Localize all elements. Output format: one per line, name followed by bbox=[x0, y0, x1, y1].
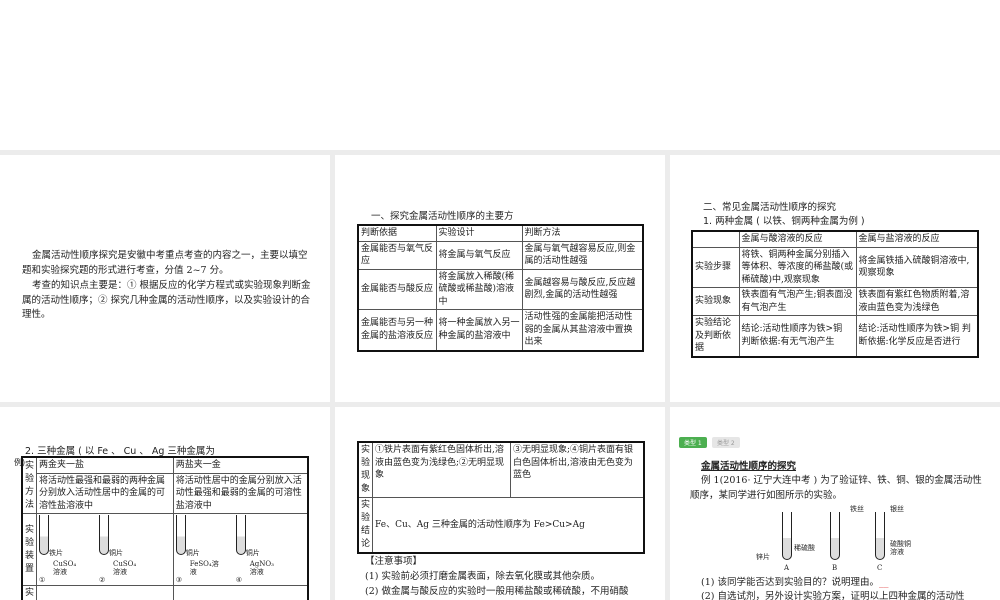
acid-label: 稀硫酸 bbox=[794, 544, 815, 552]
table-cell: 将金属与氧气反应 bbox=[435, 240, 523, 270]
three-metals-table: 实验方法 两金夹一盐 两盐夹一金 将活动性最强和最弱的两种金属分别放入活动性居中的金… bbox=[21, 456, 309, 600]
table-cell: 铁表面有紫红色物质附着,溶液由蓝色变为浅绿色 bbox=[855, 287, 979, 316]
header-cell: 实验设计 bbox=[435, 224, 523, 242]
example-text: 例 1(2016· 辽宁大连中考 ) 为了验证锌、铁、铜、银的金属活动性顺序，某… bbox=[690, 475, 982, 501]
solution-label: CuSO₄溶液 bbox=[53, 559, 77, 576]
section-subtitle: 1. 两种金属 ( 以铁、铜两种金属为例 ) bbox=[703, 216, 865, 227]
table-cell: 金属与氧气越容易反应,则金属的活动性越强 bbox=[521, 240, 644, 270]
tube-number: ④ bbox=[235, 575, 243, 584]
slide-thumbnail-4[interactable]: 2. 三种金属 ( 以 Fe 、 Cu 、 Ag 三种金属为 例) 实验方法 两金… bbox=[0, 407, 330, 600]
test-tube-1: 铁片 CuSO₄溶液 ① bbox=[39, 515, 83, 584]
tab-type-2[interactable]: 类型 2 bbox=[712, 437, 740, 448]
table-cell: 将铁、铜两种金属分别插入等体积、等浓度的稀盐酸(或稀硫酸)中,观察现象 bbox=[738, 246, 857, 288]
section-title: 一、探究金属活动性顺序的主要方 bbox=[371, 211, 514, 222]
metal-label: 铜片 bbox=[185, 549, 200, 558]
row-label: 实验结论 bbox=[357, 497, 373, 554]
test-tube-2: 铜片 CuSO₄溶液 ② bbox=[99, 515, 143, 584]
solution-label: CuSO₄溶液 bbox=[113, 559, 137, 576]
label-b: B bbox=[832, 564, 838, 572]
table-cell: 结论:活动性顺序为铁>铜 判断依据:化学反应是否进行 bbox=[855, 315, 979, 357]
methods-table: 判断依据 实验设计 判断方法 金属能否与氧气反应 将金属与氧气反应 金属与氧气越容易反应… bbox=[357, 224, 644, 352]
test-tube-icon bbox=[235, 515, 246, 556]
topic-heading: 金属活动性顺序的探究 bbox=[701, 461, 797, 472]
table-cell: ①铁片表面有紫红色固体析出,溶液由蓝色变为浅绿色;②无明显现象 bbox=[372, 441, 512, 498]
table-cell: 结论:活动性顺序为铁>铜 判断依据:有无气泡产生 bbox=[738, 315, 857, 357]
header-cell: 两盐夹一金 bbox=[172, 456, 309, 474]
table-cell: 将活动性居中的金属分别放入活动性最强和最弱的金属的可溶性盐溶液中 bbox=[172, 472, 309, 514]
row-label: 实验结论及判断依据 bbox=[691, 315, 740, 357]
three-metals-table-continued: 实验现象 ①铁片表面有紫红色固体析出,溶液由蓝色变为浅绿色;②无明显现象 ③无明显现… bbox=[357, 441, 645, 554]
test-tube-4: 铜片 AgNO₃溶液 ④ bbox=[235, 515, 280, 584]
row-label: 实验装置 bbox=[21, 513, 37, 586]
table-cell: 将活动性最强和最弱的两种金属分别放入活动性居中的金属的可溶性盐溶液中 bbox=[36, 472, 174, 514]
tube-a bbox=[782, 512, 792, 560]
device-cell-1: 铁片 CuSO₄溶液 ① 铜片 CuSO₄溶液 ② bbox=[36, 513, 174, 586]
header-cell: 金属与酸溶液的反应 bbox=[738, 230, 857, 248]
experiment-figure: 锌片 A 稀硫酸 铁丝 B 银丝 硫酸铜溶液 C bbox=[750, 505, 911, 577]
table-cell: 金属能否与氧气反应 bbox=[357, 240, 437, 270]
table-cell: 金属能否与酸反应 bbox=[357, 268, 437, 310]
table-cell: 金属越容易与酸反应,反应越剧烈,金属的活动性越强 bbox=[521, 268, 644, 310]
question-1-text: (1) 该同学能否达到实验目的？说明理由。 bbox=[701, 577, 879, 588]
question-2: (2) 自选试剂，另外设计实验方案，证明以上四种金属的活动性 bbox=[701, 591, 965, 600]
cuso4-label: 硫酸铜溶液 bbox=[890, 540, 911, 556]
tube-b bbox=[830, 512, 840, 560]
label-a: A bbox=[784, 564, 790, 572]
metal-label: 铜片 bbox=[109, 549, 124, 558]
notes-title: 【注意事项】 bbox=[365, 556, 423, 567]
tube-number: ③ bbox=[175, 575, 183, 584]
metal-label: 铁片 bbox=[49, 549, 64, 558]
row-label: 实验现象 bbox=[691, 287, 740, 316]
section-title: 2. 三种金属 ( 以 Fe 、 Cu 、 Ag 三种金属为 bbox=[25, 446, 215, 457]
header-cell: 判断方法 bbox=[521, 224, 644, 242]
section-title: 二、常见金属活动性顺序的探究 bbox=[703, 202, 837, 213]
silver-wire-label: 银丝 bbox=[890, 505, 904, 513]
row-label: 实验方法 bbox=[21, 456, 37, 514]
test-tube-icon bbox=[39, 515, 50, 556]
label-c: C bbox=[877, 564, 883, 572]
table-cell: 将一种金属放入另一种金属的盐溶液中 bbox=[435, 309, 523, 351]
slide-thumbnail-1[interactable]: 金属活动性顺序探究是安徽中考重点考查的内容之一，主要以填空题和实验探究题的形式进… bbox=[0, 155, 330, 402]
table-cell: 铁表面有气泡产生;铜表面没有气泡产生 bbox=[738, 287, 857, 316]
tube-number: ① bbox=[39, 575, 46, 584]
intro-paragraph: 金属活动性顺序探究是安徽中考重点考查的内容之一，主要以填空题和实验探究题的形式进… bbox=[22, 250, 308, 276]
solution-label: AgNO₃溶液 bbox=[249, 559, 274, 576]
row-label: 实 bbox=[21, 585, 37, 600]
test-tube-3: 铜片 FeSO₄溶液 ③ bbox=[175, 515, 220, 584]
slide-thumbnail-6[interactable]: 类型 1 类型 2 金属活动性顺序的探究 例 1(2016· 辽宁大连中考 ) … bbox=[670, 407, 1000, 600]
table-cell: 将金属放入稀酸(稀硫酸或稀盐酸)溶液中 bbox=[435, 268, 523, 310]
table-cell: 活动性强的金属能把活动性弱的金属从其盐溶液中置换出来 bbox=[521, 309, 644, 351]
tube-c bbox=[875, 512, 885, 560]
solution-label: FeSO₄溶液 bbox=[189, 559, 219, 576]
table-cell: 将金属铁插入硫酸铜溶液中,观察现象 bbox=[855, 246, 979, 288]
note-1: (1) 实验前必须打磨金属表面，除去氧化膜或其他杂质。 bbox=[365, 571, 600, 582]
note-2: (2) 做金属与酸反应的实验时一般用稀盐酸或稀硫酸，不用硝酸 bbox=[365, 586, 629, 597]
metal-label: 铜片 bbox=[245, 549, 260, 558]
header-cell bbox=[691, 230, 740, 248]
row-label: 实验现象 bbox=[357, 441, 373, 498]
zinc-label: 锌片 bbox=[756, 553, 770, 561]
header-cell: 两金夹一盐 bbox=[36, 456, 174, 474]
table-cell: ③无明显现象;④铜片表面有银白色固体析出,溶液由无色变为蓝色 bbox=[510, 441, 645, 498]
header-cell: 金属与盐溶液的反应 bbox=[855, 230, 979, 248]
two-metals-table: 金属与酸溶液的反应 金属与盐溶液的反应 实验步骤 将铁、铜两种金属分别插入等体积、等… bbox=[691, 230, 979, 358]
slide-thumbnail-5[interactable]: 实验现象 ①铁片表面有紫红色固体析出,溶液由蓝色变为浅绿色;②无明显现象 ③无明显现… bbox=[335, 407, 665, 600]
question-1: (1) 该同学能否达到实验目的？说明理由。__ bbox=[701, 576, 888, 591]
knowledge-paragraph: 考查的知识点主要是：① 根据反应的化学方程式或实验现象判断金属的活动性顺序；② … bbox=[22, 280, 311, 320]
table-cell: Fe、Cu、Ag 三种金属的活动性顺序为 Fe>Cu>Ag bbox=[372, 497, 645, 554]
tube-number: ② bbox=[99, 575, 106, 584]
device-cell-2: 铜片 FeSO₄溶液 ③ 铜片 AgNO₃溶液 ④ bbox=[172, 513, 309, 586]
tab-type-1[interactable]: 类型 1 bbox=[679, 437, 707, 448]
header-cell: 判断依据 bbox=[357, 224, 437, 242]
answer-blank[interactable]: __ bbox=[879, 577, 889, 588]
table-cell: 金属能否与另一种金属的盐溶液反应 bbox=[357, 309, 437, 351]
iron-wire-label: 铁丝 bbox=[850, 505, 864, 513]
row-label: 实验步骤 bbox=[691, 246, 740, 288]
test-tube-icon bbox=[175, 515, 186, 556]
slide-thumbnail-3[interactable]: 二、常见金属活动性顺序的探究 1. 两种金属 ( 以铁、铜两种金属为例 ) 金属… bbox=[670, 155, 1000, 402]
test-tube-icon bbox=[99, 515, 110, 556]
slide-thumbnail-2[interactable]: 一、探究金属活动性顺序的主要方 判断依据 实验设计 判断方法 金属能否与氧气反应 将金… bbox=[335, 155, 665, 402]
blank-header-area bbox=[0, 0, 1000, 150]
